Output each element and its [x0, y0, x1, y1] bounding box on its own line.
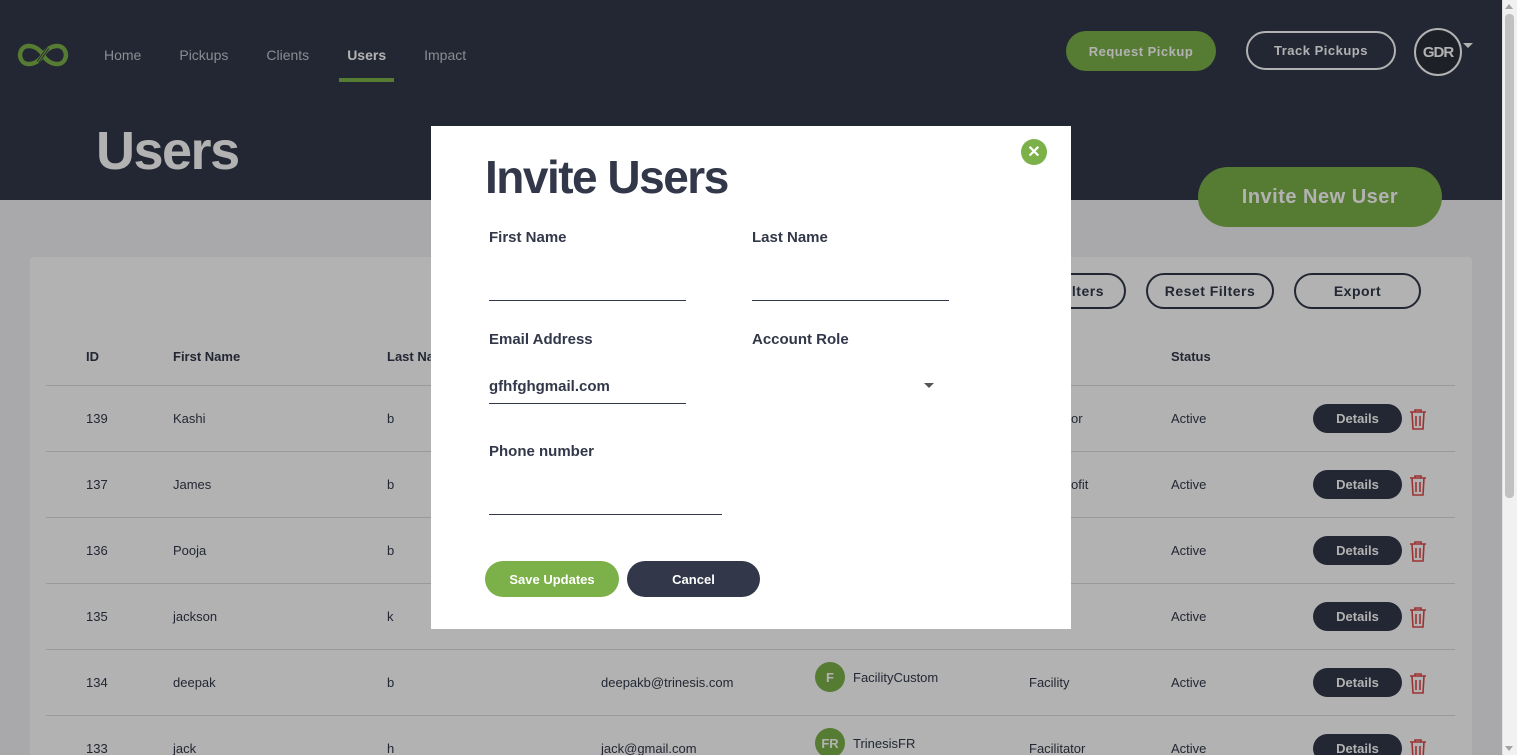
scroll-up-arrow-icon[interactable]: [1505, 4, 1513, 9]
last-name-label: Last Name: [752, 229, 828, 246]
last-name-field[interactable]: [752, 270, 949, 301]
scroll-down-arrow-icon[interactable]: [1505, 746, 1513, 751]
account-role-select[interactable]: [752, 372, 942, 400]
chevron-down-icon[interactable]: [924, 383, 934, 388]
save-updates-button[interactable]: Save Updates: [485, 561, 619, 597]
phone-field[interactable]: [489, 482, 722, 515]
scrollbar-thumb[interactable]: [1505, 14, 1514, 498]
close-icon[interactable]: ✕: [1021, 139, 1047, 165]
first-name-label: First Name: [489, 229, 567, 246]
email-label: Email Address: [489, 331, 593, 348]
first-name-field[interactable]: [489, 270, 686, 301]
cancel-button[interactable]: Cancel: [627, 561, 760, 597]
modal-title: Invite Users: [485, 151, 729, 203]
phone-label: Phone number: [489, 443, 595, 460]
account-role-label: Account Role: [752, 331, 849, 348]
email-field[interactable]: [489, 369, 686, 404]
